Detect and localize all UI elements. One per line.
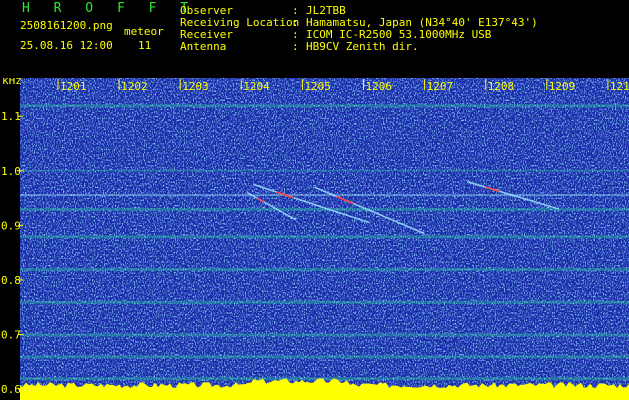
interference-band [20,300,629,304]
antenna-colon: : [292,40,299,53]
x-tick-label: 1210 [610,80,629,93]
x-tick-label: 1203 [182,80,209,93]
y-tick-label: 1.0 [1,165,21,178]
spectrogram-noise [20,78,629,400]
x-tick-label: 1205 [304,80,331,93]
x-tick-label: 1208 [488,80,515,93]
header-panel: H R O F F T 2508161200.png meteor 25.08.… [0,0,629,78]
y-tick-label: 1.1 [1,110,21,123]
interference-band [20,355,629,359]
x-tick-label: 1206 [366,80,393,93]
capture-datetime: 25.08.16 12:00 [20,39,113,52]
x-tick-label: 1201 [60,80,87,93]
antenna-key: Antenna [180,40,227,53]
x-tick-label: 1204 [243,80,270,93]
interference-band [20,169,629,172]
interference-band [20,194,629,196]
interference-band [20,333,629,337]
x-tick-label: 1209 [549,80,576,93]
x-tick-label: 1207 [427,80,454,93]
meteor-count: 11 [138,39,152,52]
y-tick-label: 0.8 [1,274,21,287]
interference-band [20,104,629,108]
interference-band [20,268,629,272]
file-name: 2508161200.png [20,19,113,32]
meteor-label: meteor [124,25,164,38]
interference-band [20,377,629,381]
antenna-value: HB9CV Zenith dir. [306,40,419,53]
y-tick-label: 0.9 [1,219,21,232]
y-axis-label: kHz [2,78,22,87]
interference-band [20,235,629,239]
y-tick-label: 0.6 [1,383,21,396]
x-tick-label: 1202 [121,80,148,93]
spectrogram-chart: 1201 1202 1203 1204 1205 1206 1207 1208 1209 1210… [1,78,629,400]
app-logo: H R O F F T [22,1,197,16]
y-axis: 1.1 1.0 0.9 0.8 0.7 0.6 [1,110,23,396]
y-tick-label: 0.7 [1,329,21,342]
